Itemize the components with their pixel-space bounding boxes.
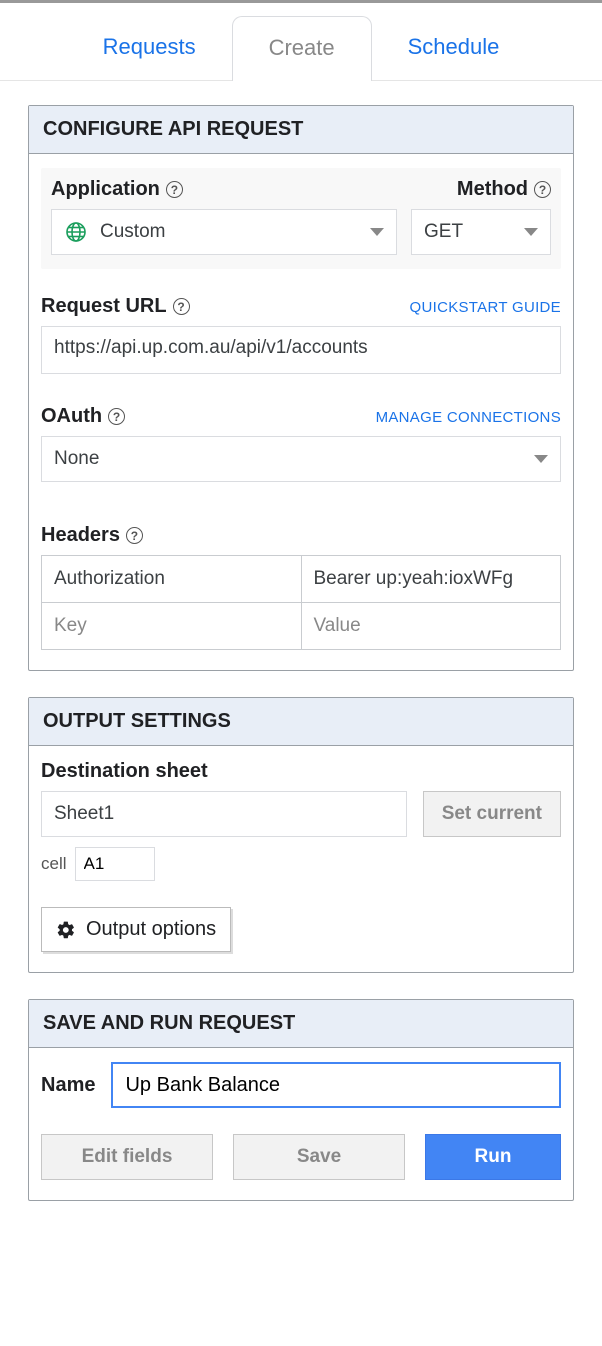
configure-panel: CONFIGURE API REQUEST Application ? Meth [28,105,574,671]
tab-schedule[interactable]: Schedule [372,16,536,80]
manage-connections-link[interactable]: MANAGE CONNECTIONS [376,409,561,426]
help-icon[interactable]: ? [126,527,143,544]
oauth-label: OAuth ? [41,405,125,428]
cell-label: cell [41,854,67,874]
output-options-button[interactable]: Output options [41,907,231,952]
request-url-input[interactable] [41,326,561,374]
run-button[interactable]: Run [425,1134,561,1180]
oauth-select[interactable]: None [41,436,561,482]
help-icon[interactable]: ? [108,408,125,425]
method-value: GET [424,221,463,243]
name-label: Name [41,1074,95,1097]
save-button[interactable]: Save [233,1134,405,1180]
set-current-button[interactable]: Set current [423,791,561,837]
cell-input[interactable] [75,847,155,881]
application-label: Application ? [51,178,397,201]
header-value-cell[interactable]: Bearer up:yeah:ioxWFg [301,556,561,602]
help-icon[interactable]: ? [166,181,183,198]
method-select[interactable]: GET [411,209,551,255]
output-panel: OUTPUT SETTINGS Destination sheet Set cu… [28,697,574,973]
caret-down-icon [370,228,384,236]
app-container: Requests Create Schedule CONFIGURE API R… [0,0,602,1267]
app-method-block: Application ? Method ? [41,168,561,269]
header-value-placeholder[interactable]: Value [301,603,561,649]
request-name-input[interactable] [111,1062,561,1108]
saverun-panel-title: SAVE AND RUN REQUEST [29,1000,573,1048]
tab-create[interactable]: Create [232,16,372,81]
destination-sheet-input[interactable] [41,791,407,837]
headers-row-empty: Key Value [42,602,560,649]
edit-fields-button[interactable]: Edit fields [41,1134,213,1180]
tab-requests[interactable]: Requests [67,16,232,80]
globe-icon [64,220,88,244]
content-area: CONFIGURE API REQUEST Application ? Meth [0,81,602,1267]
oauth-value: None [54,448,99,470]
application-select[interactable]: Custom [51,209,397,255]
help-icon[interactable]: ? [173,298,190,315]
configure-panel-title: CONFIGURE API REQUEST [29,106,573,154]
headers-row: Authorization Bearer up:yeah:ioxWFg [42,556,560,602]
saverun-panel: SAVE AND RUN REQUEST Name Edit fields Sa… [28,999,574,1201]
tab-bar: Requests Create Schedule [0,3,602,81]
application-value: Custom [100,221,165,243]
headers-table: Authorization Bearer up:yeah:ioxWFg Key … [41,555,561,650]
headers-label: Headers ? [41,524,561,547]
output-panel-title: OUTPUT SETTINGS [29,698,573,746]
quickstart-guide-link[interactable]: QUICKSTART GUIDE [410,299,562,316]
caret-down-icon [524,228,538,236]
request-url-label: Request URL ? [41,295,190,318]
method-label: Method ? [411,178,551,201]
output-options-label: Output options [86,918,216,941]
caret-down-icon [534,455,548,463]
gear-icon [56,920,76,940]
header-key-placeholder[interactable]: Key [42,603,301,649]
destination-label: Destination sheet [41,760,561,783]
help-icon[interactable]: ? [534,181,551,198]
header-key-cell[interactable]: Authorization [42,556,301,602]
